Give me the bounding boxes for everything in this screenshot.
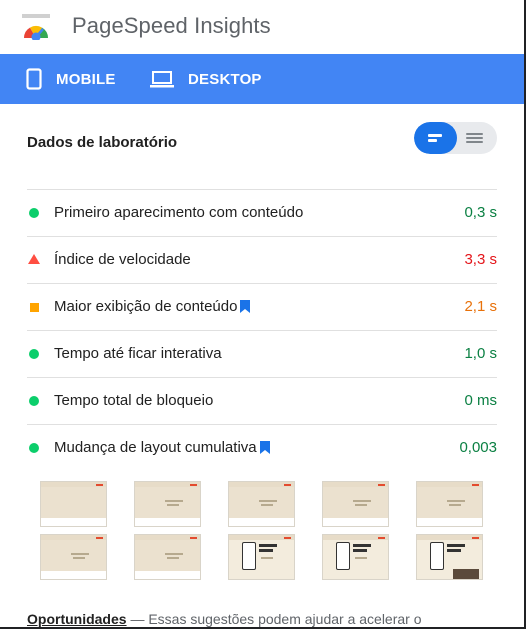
metric-label: Tempo total de bloqueio: [54, 392, 214, 409]
good-status-icon: [29, 443, 39, 453]
metric-row: Mudança de layout cumulativa 0,003: [27, 424, 497, 471]
filmstrip-frame: [40, 534, 107, 580]
metric-row: Primeiro aparecimento com conteúdo 0,3 s: [27, 189, 497, 236]
metric-label: Maior exibição de conteúdo: [54, 298, 238, 315]
filmstrip-frame: [228, 481, 295, 527]
good-status-icon: [29, 396, 39, 406]
metric-label: Índice de velocidade: [54, 251, 191, 268]
metric-row: Maior exibição de conteúdo 2,1 s: [27, 283, 497, 330]
smartphone-icon: [26, 68, 42, 90]
tab-mobile[interactable]: MOBILE: [26, 54, 116, 104]
compact-view-icon[interactable]: [414, 122, 457, 154]
good-status-icon: [29, 208, 39, 218]
app-title: PageSpeed Insights: [72, 13, 271, 38]
laptop-icon: [150, 71, 174, 88]
metric-value: 0 ms: [464, 392, 497, 409]
metric-value: 1,0 s: [464, 345, 497, 362]
average-status-icon: [30, 303, 39, 312]
opportunities-description: — Essas sugestões podem ajudar a acelera…: [126, 611, 422, 627]
filmstrip-frame: [322, 534, 389, 580]
filmstrip: [40, 481, 485, 583]
filmstrip-frame: [416, 481, 483, 527]
lab-data-title: Dados de laboratório: [27, 134, 178, 151]
metric-label: Primeiro aparecimento com conteúdo: [54, 204, 304, 221]
opportunities-heading: Oportunidades — Essas sugestões podem aj…: [27, 611, 422, 627]
filmstrip-frame: [322, 481, 389, 527]
tab-desktop[interactable]: DESKTOP: [150, 54, 262, 104]
filmstrip-frame: [134, 481, 201, 527]
filmstrip-frame: [40, 481, 107, 527]
poor-status-icon: [28, 254, 40, 264]
bookmark-icon[interactable]: [259, 441, 270, 454]
good-status-icon: [29, 349, 39, 359]
tab-mobile-label: MOBILE: [56, 70, 116, 88]
metric-row: Tempo até ficar interativa 1,0 s: [27, 330, 497, 377]
device-tabs: MOBILE DESKTOP: [0, 54, 524, 104]
metric-value: 0,003: [459, 439, 497, 456]
filmstrip-frame: [416, 534, 483, 580]
view-toggle[interactable]: [414, 122, 497, 154]
metric-label: Tempo até ficar interativa: [54, 345, 222, 362]
tab-desktop-label: DESKTOP: [188, 70, 262, 88]
metric-value: 2,1 s: [464, 298, 497, 315]
opportunities-title[interactable]: Oportunidades: [27, 611, 127, 627]
metrics-list: Primeiro aparecimento com conteúdo 0,3 s…: [27, 189, 497, 471]
metric-value: 0,3 s: [464, 204, 497, 221]
filmstrip-frame: [228, 534, 295, 580]
metric-row: Tempo total de bloqueio 0 ms: [27, 377, 497, 424]
filmstrip-frame: [134, 534, 201, 580]
app-header: PageSpeed Insights: [0, 0, 524, 54]
bookmark-icon[interactable]: [240, 300, 251, 313]
metric-value: 3,3 s: [464, 251, 497, 268]
pagespeed-gauge-icon: [22, 14, 50, 40]
metric-label: Mudança de layout cumulativa: [54, 439, 257, 456]
metric-row: Índice de velocidade 3,3 s: [27, 236, 497, 283]
